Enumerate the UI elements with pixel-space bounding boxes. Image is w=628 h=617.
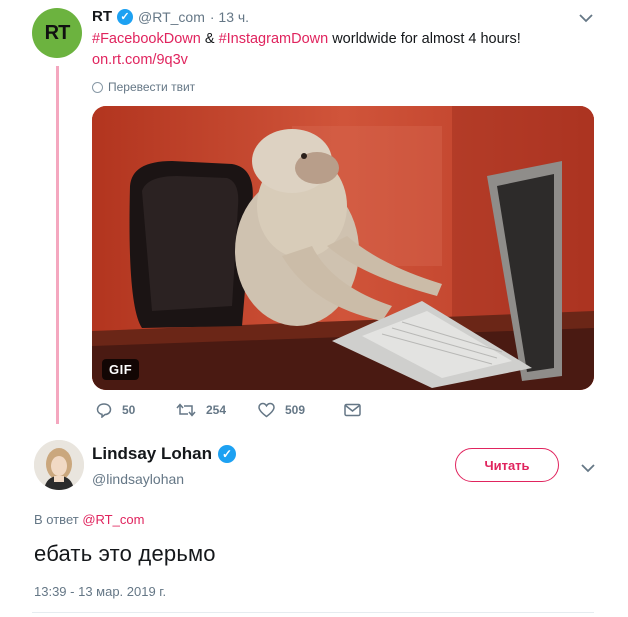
lindsay-lohan-avatar[interactable]: [34, 440, 84, 490]
translate-tweet-button[interactable]: Перевести твит: [92, 80, 195, 94]
tweet2-more-button[interactable]: [576, 458, 600, 478]
tweet1-header: RT ✓ @RT_com · 13 ч.: [92, 8, 249, 25]
like-count: 509: [285, 403, 306, 417]
translate-label: Перевести твит: [108, 80, 196, 94]
direct-message-button[interactable]: [344, 403, 361, 417]
author-handle[interactable]: @lindsaylohan: [92, 471, 184, 487]
tweet1-text: #FacebookDown & #InstagramDown worldwide…: [92, 31, 521, 47]
rt-logo: RT: [44, 21, 71, 44]
ampersand: &: [204, 31, 215, 47]
reply-to-handle[interactable]: @RT_com: [82, 512, 144, 527]
thread-line: [56, 66, 59, 424]
chevron-down-icon: [581, 463, 595, 472]
gif-badge: GIF: [102, 359, 140, 380]
retweet-button[interactable]: 254: [176, 402, 258, 418]
heart-icon: [258, 402, 275, 418]
verified-badge-icon: ✓: [217, 445, 236, 463]
globe-icon: [92, 81, 103, 93]
reply-to-line: В ответ @RT_com: [34, 512, 144, 527]
hashtag-facebookdown[interactable]: #FacebookDown: [92, 31, 201, 47]
reply-icon: [96, 403, 112, 418]
tweet1-more-button[interactable]: [574, 8, 598, 28]
envelope-icon: [344, 403, 361, 417]
tweet2-text: ебать это дерьмо: [34, 541, 216, 566]
tweet1-text-rest: worldwide for almost 4 hours!: [332, 31, 521, 47]
tweet1-media-gif[interactable]: GIF: [92, 106, 594, 390]
divider: [32, 612, 594, 613]
avatar-image: [34, 440, 84, 490]
reply-count: 50: [122, 403, 136, 417]
tweet1-link[interactable]: on.rt.com/9q3v: [92, 52, 188, 68]
author-name[interactable]: Lindsay Lohan: [92, 444, 212, 464]
tweet1-actions: 50 254 509: [96, 402, 361, 418]
author-handle[interactable]: @RT_com: [138, 9, 205, 25]
reply-button[interactable]: 50: [96, 402, 176, 418]
like-button[interactable]: 509: [258, 402, 344, 418]
follow-button[interactable]: Читать: [455, 448, 559, 482]
tweet2-timestamp[interactable]: 13:39 - 13 мар. 2019 г.: [34, 584, 166, 599]
tweet-time[interactable]: · 13 ч.: [210, 9, 249, 25]
gif-image: [92, 106, 594, 390]
author-name[interactable]: RT: [92, 8, 112, 25]
hashtag-instagramdown[interactable]: #InstagramDown: [219, 31, 329, 47]
rt-avatar[interactable]: RT: [32, 8, 82, 58]
retweet-icon: [176, 403, 196, 417]
reply-prefix: В ответ: [34, 512, 79, 527]
tweet1-link-line: on.rt.com/9q3v: [92, 52, 188, 68]
verified-badge-icon: ✓: [117, 8, 133, 25]
retweet-count: 254: [206, 403, 227, 417]
tweet2-header: Lindsay Lohan ✓: [92, 444, 236, 464]
chevron-down-icon: [579, 13, 593, 22]
